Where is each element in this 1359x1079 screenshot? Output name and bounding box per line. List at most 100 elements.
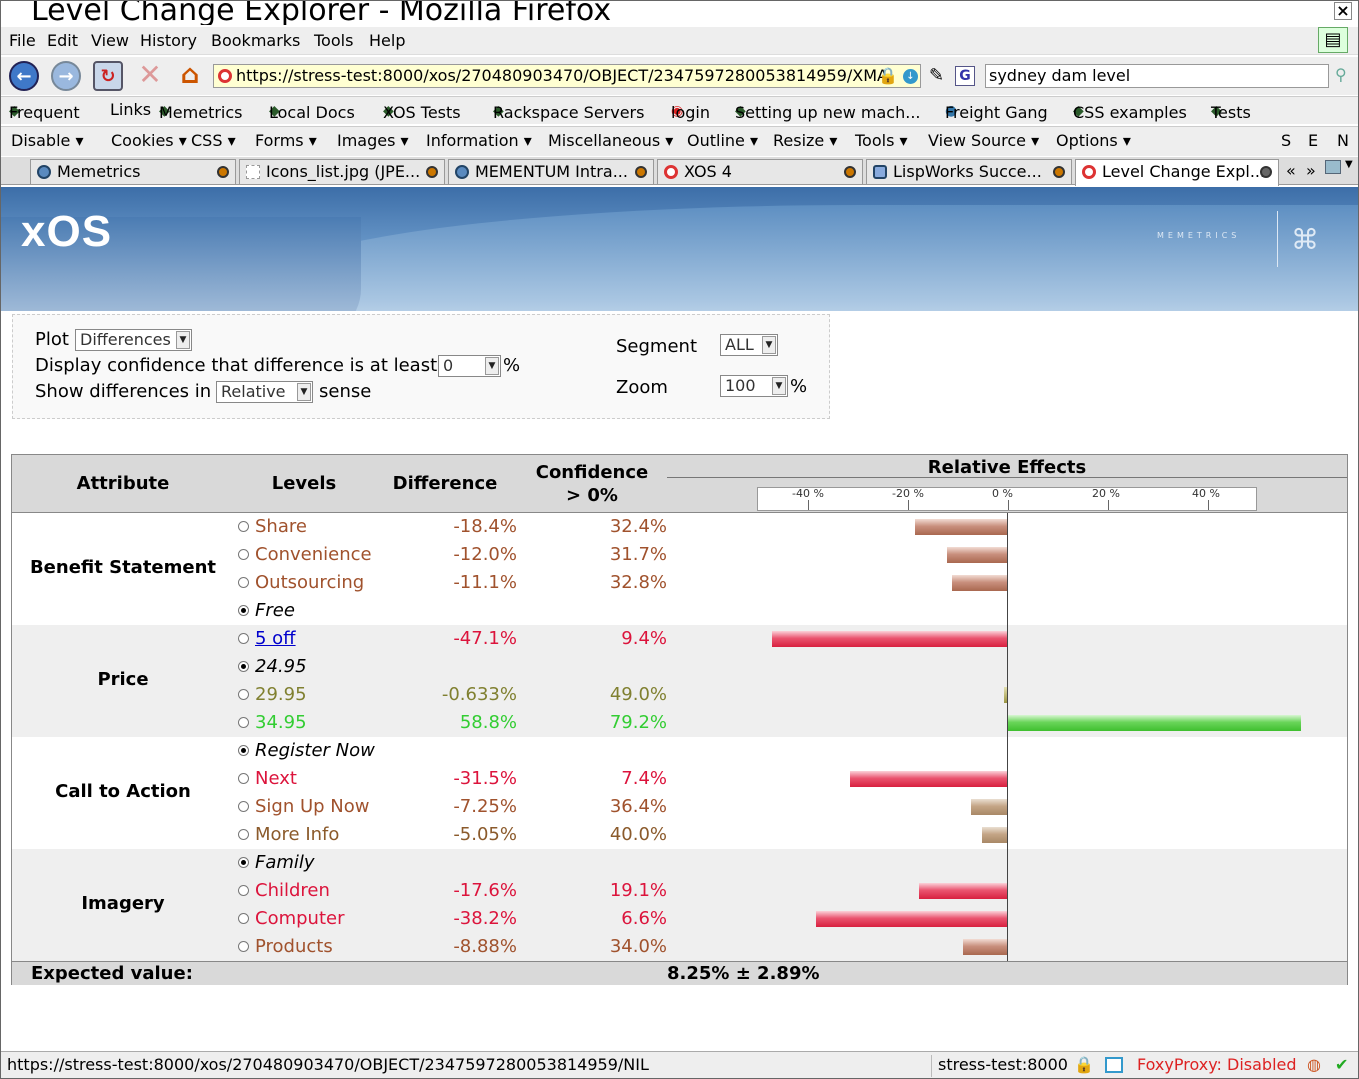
baseline-radio[interactable] xyxy=(238,773,249,784)
foxyproxy-status[interactable]: FoxyProxy: Disabled xyxy=(1137,1055,1297,1074)
url-bar[interactable]: https://stress-test:8000/xos/27048090347… xyxy=(213,64,921,88)
confidence-value: 36.4% xyxy=(609,796,667,817)
dev-miscellaneous-menu[interactable]: Miscellaneous ▾ xyxy=(548,131,673,150)
table-row: 24.95 xyxy=(12,653,1347,681)
table-row: Share -18.4% 32.4% xyxy=(12,513,1347,541)
baseline-radio[interactable] xyxy=(238,661,249,672)
browser-window: Level Change Explorer - Mozilla Firefox … xyxy=(0,0,1359,1079)
menu-help[interactable]: Help xyxy=(369,31,405,50)
forward-arrow-icon[interactable]: → xyxy=(51,61,81,91)
zoom-label: Zoom xyxy=(616,377,668,398)
tab-scroll-right-icon[interactable]: » xyxy=(1306,161,1316,180)
close-tab-icon[interactable] xyxy=(1053,166,1065,178)
search-icon[interactable]: ⚲ xyxy=(1335,65,1347,84)
search-input[interactable]: sydney dam level xyxy=(985,64,1329,88)
baseline-radio[interactable] xyxy=(238,885,249,896)
search-engine-icon[interactable]: G xyxy=(955,66,975,86)
back-arrow-icon[interactable]: ← xyxy=(9,61,39,91)
baseline-radio[interactable] xyxy=(238,745,249,756)
menu-bookmarks[interactable]: Bookmarks xyxy=(211,31,300,50)
go-icon[interactable]: ↓ xyxy=(903,69,918,84)
tab-xos4[interactable]: XOS 4 xyxy=(657,159,863,184)
dev-cookies-menu[interactable]: Cookies ▾ xyxy=(111,131,187,150)
header-relative-effects: Relative Effects xyxy=(927,457,1087,478)
tab-scroll-left-icon[interactable]: « xyxy=(1286,161,1296,180)
close-tab-icon[interactable] xyxy=(217,166,229,178)
header-levels: Levels xyxy=(271,473,337,494)
title-bar: Level Change Explorer - Mozilla Firefox … xyxy=(1,1,1358,25)
close-tab-icon[interactable] xyxy=(426,166,438,178)
effect-bar xyxy=(947,547,1007,563)
table-row: Next -31.5% 7.4% xyxy=(12,765,1347,793)
plot-select[interactable]: Differences ▼ xyxy=(75,329,192,351)
dev-options-menu[interactable]: Options ▾ xyxy=(1056,131,1131,150)
baseline-radio[interactable] xyxy=(238,633,249,644)
dev-view-source-menu[interactable]: View Source ▾ xyxy=(928,131,1039,150)
bookmark-links[interactable]: Links xyxy=(110,100,151,119)
dev-tools-menu[interactable]: Tools ▾ xyxy=(855,131,908,150)
level-name: Share xyxy=(255,516,307,537)
chevron-down-icon[interactable]: ▼ xyxy=(1345,159,1353,170)
table-row: Free xyxy=(12,597,1347,625)
foxyproxy-icon[interactable]: ◍ xyxy=(1307,1055,1321,1074)
level-name: Products xyxy=(255,936,333,957)
lock-icon: 🔒 xyxy=(1074,1055,1094,1074)
close-window-button[interactable]: × xyxy=(1334,2,1352,20)
baseline-radio[interactable] xyxy=(238,829,249,840)
confidence-select[interactable]: 0 ▼ xyxy=(438,355,501,377)
sense-select[interactable]: Relative ▼ xyxy=(216,381,313,403)
reload-icon[interactable]: ↻ xyxy=(93,61,123,91)
level-name: Children xyxy=(255,880,330,901)
tab-icons-list[interactable]: Icons_list.jpg (JPE... xyxy=(239,159,445,184)
baseline-radio[interactable] xyxy=(238,801,249,812)
stop-icon[interactable]: ✕ xyxy=(135,61,165,91)
menu-history[interactable]: History xyxy=(140,31,197,50)
table-row: More Info -5.05% 40.0% xyxy=(12,821,1347,849)
header-difference: Difference xyxy=(392,473,498,494)
level-name: Convenience xyxy=(255,544,372,565)
dev-images-menu[interactable]: Images ▾ xyxy=(337,131,409,150)
level-name[interactable]: 5 off xyxy=(255,628,296,649)
baseline-radio[interactable] xyxy=(238,941,249,952)
segment-select[interactable]: ALL ▼ xyxy=(720,334,778,356)
baseline-radio[interactable] xyxy=(238,521,249,532)
effect-bar xyxy=(919,883,1007,899)
zoom-select[interactable]: 100 ▼ xyxy=(720,375,788,397)
baseline-radio[interactable] xyxy=(238,605,249,616)
difference-value: -7.25% xyxy=(453,796,517,817)
effect-bar xyxy=(951,575,1007,591)
zoom-unit: % xyxy=(790,376,808,397)
tab-level-change-explorer[interactable]: Level Change Expl... xyxy=(1075,159,1279,186)
dev-information-menu[interactable]: Information ▾ xyxy=(426,131,532,150)
confidence-value: 19.1% xyxy=(609,880,667,901)
close-tab-icon[interactable] xyxy=(1260,166,1272,178)
window-icon[interactable] xyxy=(1105,1057,1123,1073)
baseline-radio[interactable] xyxy=(238,717,249,728)
tab-memetrics[interactable]: Memetrics xyxy=(30,159,236,184)
home-icon[interactable]: ⌂ xyxy=(175,61,205,91)
dev-css-menu[interactable]: CSS ▾ xyxy=(191,131,236,150)
menu-view[interactable]: View xyxy=(91,31,129,50)
table-row: Products -8.88% 34.0% xyxy=(12,933,1347,961)
baseline-radio[interactable] xyxy=(238,857,249,868)
reader-book-icon[interactable]: ▤ xyxy=(1318,27,1348,53)
close-tab-icon[interactable] xyxy=(635,166,647,178)
menu-tools[interactable]: Tools xyxy=(314,31,353,50)
baseline-radio[interactable] xyxy=(238,913,249,924)
baseline-radio[interactable] xyxy=(238,549,249,560)
baseline-radio[interactable] xyxy=(238,577,249,588)
menu-edit[interactable]: Edit xyxy=(47,31,78,50)
tools-footprint-icon[interactable]: ✎ xyxy=(929,65,944,86)
dev-forms-menu[interactable]: Forms ▾ xyxy=(255,131,317,150)
close-tab-icon[interactable] xyxy=(844,166,856,178)
tab-mementum[interactable]: MEMENTUM Intra... xyxy=(448,159,654,184)
tab-list-icon[interactable] xyxy=(1325,160,1341,174)
dev-disable-menu[interactable]: Disable ▾ xyxy=(11,131,83,150)
dev-resize-menu[interactable]: Resize ▾ xyxy=(773,131,837,150)
dev-outline-menu[interactable]: Outline ▾ xyxy=(687,131,758,150)
confidence-value: 34.0% xyxy=(609,936,667,957)
tab-lispworks[interactable]: LispWorks Succe... xyxy=(866,159,1072,184)
baseline-radio[interactable] xyxy=(238,689,249,700)
menu-file[interactable]: File xyxy=(9,31,36,50)
chevron-down-icon: ▼ xyxy=(297,383,311,401)
